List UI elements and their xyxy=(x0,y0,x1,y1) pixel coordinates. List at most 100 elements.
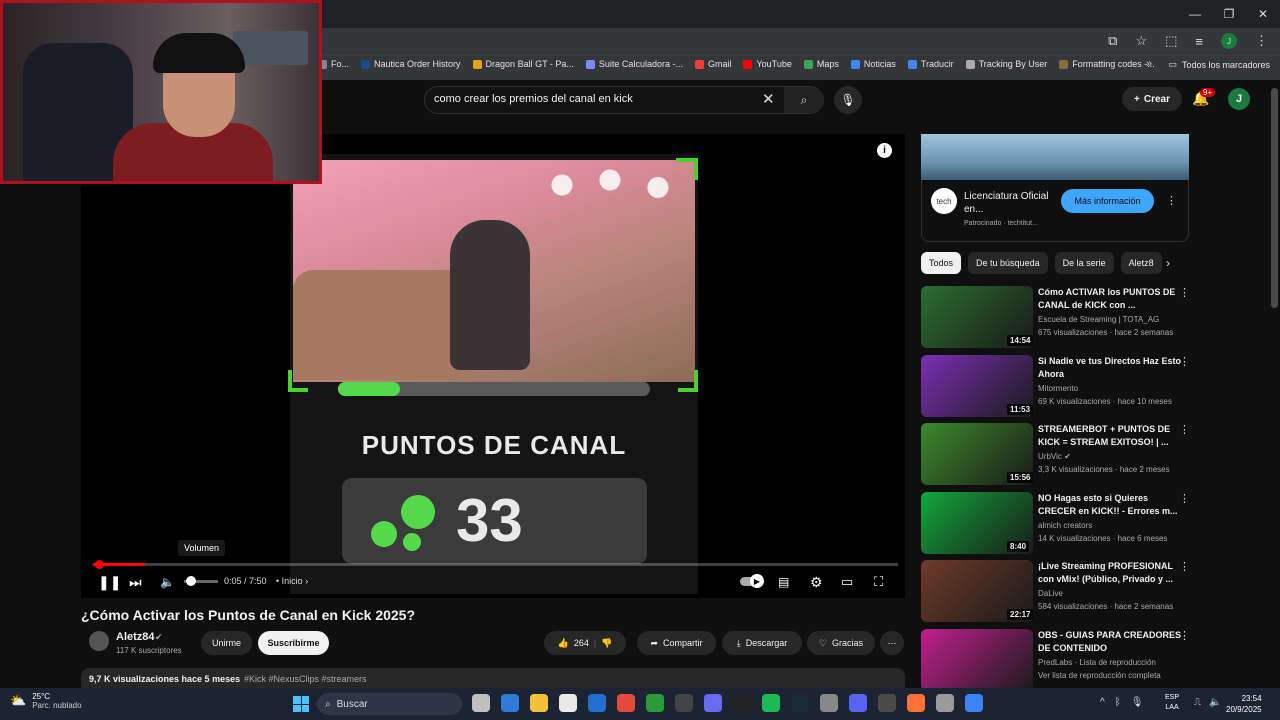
taskbar-app-icon[interactable] xyxy=(588,694,606,712)
taskbar-app-icon[interactable] xyxy=(646,694,664,712)
share-button[interactable]: ➦ Compartir xyxy=(637,631,716,655)
info-icon[interactable]: i xyxy=(877,143,892,158)
close-window-button[interactable]: ✕ xyxy=(1246,0,1280,28)
taskbar-app-icon[interactable] xyxy=(733,694,751,712)
minimize-button[interactable]: — xyxy=(1178,0,1212,28)
cast-icon[interactable]: ⧉ xyxy=(1108,33,1117,49)
more-actions-button[interactable]: ⋯ xyxy=(880,631,904,655)
bookmark-item[interactable]: Maps xyxy=(803,59,839,69)
subscribe-button[interactable]: Suscribirme xyxy=(258,631,329,655)
settings-gear-icon[interactable]: ⚙ xyxy=(810,572,823,592)
taskbar-search[interactable]: ⌕ Buscar xyxy=(317,693,462,715)
media-icon[interactable]: ≡ xyxy=(1195,34,1203,49)
more-vert-icon[interactable]: ⋮ xyxy=(1179,286,1190,299)
bookmark-item[interactable]: Fo... xyxy=(318,59,349,69)
network-icon[interactable]: ⎍ xyxy=(1194,697,1201,708)
clock[interactable]: 23:54 20/9/2025 xyxy=(1226,693,1262,715)
join-button[interactable]: Unirme xyxy=(201,631,252,655)
taskbar-app-icon[interactable] xyxy=(849,694,867,712)
taskbar-app-icon[interactable] xyxy=(762,694,780,712)
ad-title[interactable]: Licenciatura Oficial en... xyxy=(964,190,1054,216)
search-input[interactable]: como crear los premios del canal en kick xyxy=(434,93,633,105)
filter-chip[interactable]: Todos xyxy=(921,252,962,274)
bookmark-item[interactable]: Suite Calculadora -... xyxy=(585,59,683,69)
autoplay-play-icon[interactable]: ▶ xyxy=(750,574,764,588)
taskbar-app-icon[interactable] xyxy=(617,694,635,712)
recommendation-channel[interactable]: Mitormento xyxy=(1038,384,1078,393)
recommendation-title[interactable]: NO Hagas esto si Quieres CRECER en KICK!… xyxy=(1038,492,1182,518)
filter-chip[interactable]: Aletz8 xyxy=(1120,252,1162,274)
speaker-icon[interactable]: 🔈 xyxy=(1209,697,1221,708)
channel-name[interactable]: Aletz84 xyxy=(116,631,155,643)
recommendation-channel[interactable]: UrbVic ✔ xyxy=(1038,452,1071,461)
voice-search-button[interactable]: 🎙 xyxy=(834,86,862,114)
bookmark-item[interactable]: Formatting codes -... xyxy=(1059,59,1155,69)
taskbar-app-icon[interactable] xyxy=(878,694,896,712)
recommendation-item[interactable]: 14:54 Cómo ACTIVAR los PUNTOS DE CANAL de… xyxy=(921,286,1191,348)
recommendation-channel[interactable]: almich creators xyxy=(1038,521,1092,530)
page-scrollbar[interactable] xyxy=(1271,88,1278,308)
bookmark-item[interactable]: Traducir xyxy=(907,59,954,69)
taskbar-app-icon[interactable] xyxy=(530,694,548,712)
taskbar-app-icon[interactable] xyxy=(472,694,490,712)
ad-image[interactable] xyxy=(921,134,1189,180)
bookmarks-overflow-button[interactable]: » xyxy=(1146,58,1152,70)
recommendation-channel[interactable]: Escuela de Streaming | TOTA_AG xyxy=(1038,315,1159,324)
chapter-button[interactable]: • Inicio › xyxy=(276,576,308,586)
clear-search-icon[interactable]: ✕ xyxy=(762,90,775,108)
recommendation-title[interactable]: STREAMERBOT + PUNTOS DE KICK = STREAM EX… xyxy=(1038,423,1182,449)
profile-avatar[interactable]: J xyxy=(1221,33,1237,49)
taskbar-app-icon[interactable] xyxy=(559,694,577,712)
search-button[interactable]: ⌕ xyxy=(784,87,824,113)
ad-cta-button[interactable]: Más información xyxy=(1061,189,1154,213)
recommendation-title[interactable]: OBS - GUIAS PARA CREADORES DE CONTENIDO xyxy=(1038,629,1182,655)
filter-chip[interactable]: De tu búsqueda xyxy=(968,252,1048,274)
taskbar-app-icon[interactable] xyxy=(791,694,809,712)
recommendation-channel[interactable]: PredLabs · Lista de reproducción xyxy=(1038,658,1156,667)
language-indicator[interactable]: ESP LAA xyxy=(1165,693,1179,713)
thanks-button[interactable]: ♡ Gracias xyxy=(807,631,875,655)
bookmark-item[interactable]: Tracking By User xyxy=(965,59,1047,69)
fullscreen-icon[interactable]: ⛶ xyxy=(874,572,883,592)
bookmark-item[interactable]: Nautica Order History xyxy=(361,59,461,69)
bluetooth-icon[interactable]: ᛒ xyxy=(1115,697,1121,708)
recommendation-channel[interactable]: DaLive xyxy=(1038,589,1063,598)
hashtags[interactable]: #Kick #NexusClips #streamers xyxy=(244,674,367,684)
taskbar-app-icon[interactable] xyxy=(704,694,722,712)
recommendation-item[interactable]: OBS - GUIAS PARA CREADORES DE CONTENIDO P… xyxy=(921,629,1191,691)
seek-handle[interactable] xyxy=(95,560,104,569)
recommendation-item[interactable]: 15:56 STREAMERBOT + PUNTOS DE KICK = STRE… xyxy=(921,423,1191,486)
bookmark-item[interactable]: Dragon Ball GT - Pa... xyxy=(472,59,574,69)
volume-icon[interactable]: 🔈 xyxy=(160,572,175,592)
filter-chip[interactable]: De la serie xyxy=(1054,252,1114,274)
volume-handle[interactable] xyxy=(186,576,196,586)
more-vert-icon[interactable]: ⋮ xyxy=(1179,629,1190,642)
bookmark-item[interactable]: Noticias xyxy=(850,59,896,69)
browser-menu-icon[interactable]: ⋮ xyxy=(1255,33,1268,49)
bookmark-item[interactable]: Gmail xyxy=(694,59,731,69)
weather-widget[interactable]: ⛅ 25°C Parc. nublado xyxy=(10,692,82,710)
like-icon[interactable]: 👍 xyxy=(558,638,569,649)
more-vert-icon[interactable]: ⋮ xyxy=(1179,355,1190,368)
mic-tray-icon[interactable]: 🎙 xyxy=(1131,697,1144,708)
ad-menu-icon[interactable]: ⋮ xyxy=(1166,194,1177,207)
account-avatar[interactable]: J xyxy=(1228,88,1250,110)
more-vert-icon[interactable]: ⋮ xyxy=(1179,492,1190,505)
theater-mode-icon[interactable]: ▭ xyxy=(841,572,853,592)
taskbar-app-icon[interactable] xyxy=(820,694,838,712)
more-vert-icon[interactable]: ⋮ xyxy=(1179,560,1190,573)
taskbar-app-icon[interactable] xyxy=(936,694,954,712)
create-button[interactable]: + Crear xyxy=(1122,87,1182,111)
channel-avatar[interactable] xyxy=(89,631,109,651)
recommendation-thumbnail[interactable] xyxy=(921,629,1033,691)
like-count[interactable]: 264 xyxy=(574,638,589,648)
recommendation-item[interactable]: 8:40 NO Hagas esto si Quieres CRECER en K… xyxy=(921,491,1191,554)
taskbar-app-icon[interactable] xyxy=(907,694,925,712)
seek-bar[interactable] xyxy=(93,563,898,566)
taskbar-app-icon[interactable] xyxy=(965,694,983,712)
tray-chevron-icon[interactable]: ^ xyxy=(1100,697,1105,708)
next-icon[interactable]: ⏭ xyxy=(129,572,142,592)
extensions-icon[interactable]: ⬚ xyxy=(1165,33,1177,49)
dislike-icon[interactable]: 👎 xyxy=(601,638,612,649)
recommendation-title[interactable]: Cómo ACTIVAR los PUNTOS DE CANAL de KICK… xyxy=(1038,286,1182,312)
